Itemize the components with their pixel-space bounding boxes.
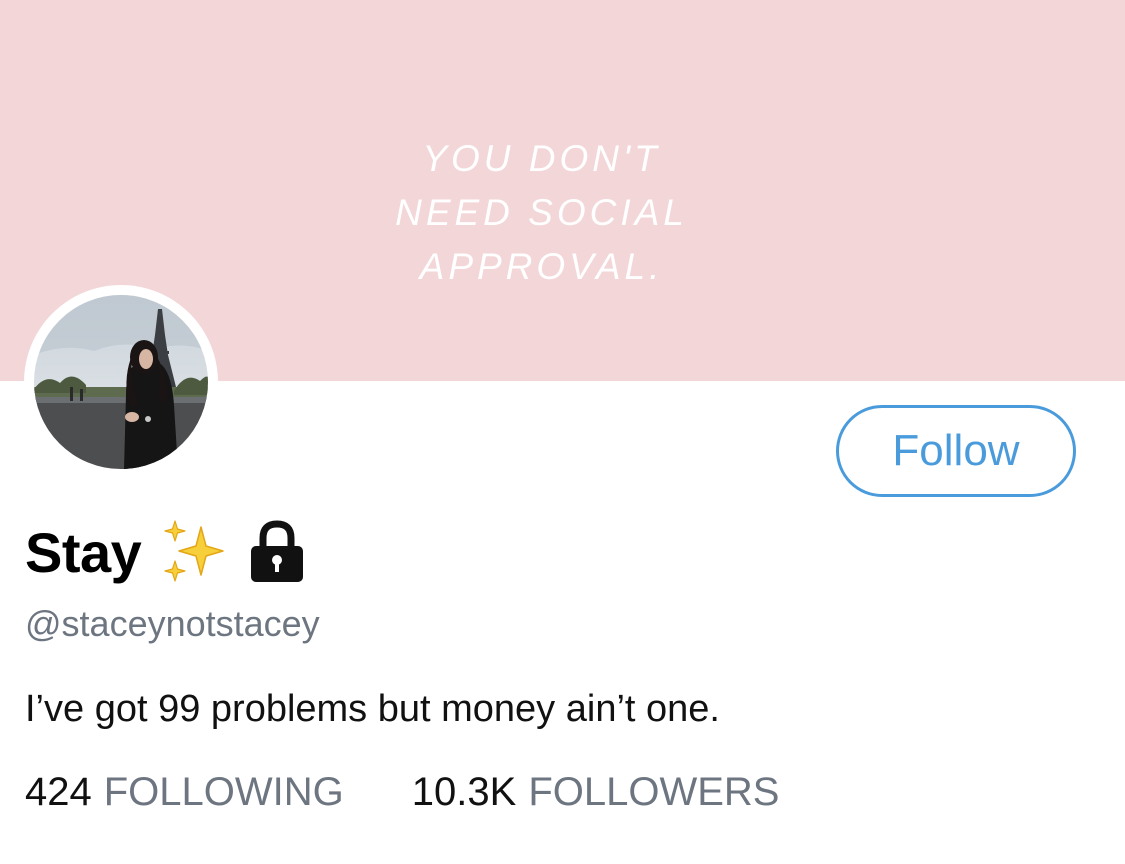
user-handle: @staceynotstacey: [25, 603, 320, 644]
display-name: Stay: [25, 520, 142, 584]
following-count: 424: [25, 770, 92, 814]
sparkles-icon: [161, 519, 227, 585]
avatar[interactable]: [24, 285, 218, 479]
following-label: FOLLOWING: [103, 770, 344, 814]
profile-stats: 424 FOLLOWING 10.3K FOLLOWERS: [25, 770, 779, 815]
following-stat[interactable]: 424 FOLLOWING: [25, 770, 344, 815]
profile-bio: I’ve got 99 problems but money ain’t one…: [25, 688, 720, 730]
follow-button[interactable]: Follow: [836, 405, 1076, 497]
lock-icon: [247, 520, 307, 584]
banner-quote-text: YOU DON'T NEED SOCIAL APPROVAL.: [395, 138, 688, 287]
followers-stat[interactable]: 10.3K FOLLOWERS: [412, 770, 780, 815]
followers-label: FOLLOWERS: [528, 770, 780, 814]
followers-count: 10.3K: [411, 770, 517, 814]
profile-name-row: Stay: [25, 517, 307, 587]
avatar-photo: [34, 295, 208, 469]
